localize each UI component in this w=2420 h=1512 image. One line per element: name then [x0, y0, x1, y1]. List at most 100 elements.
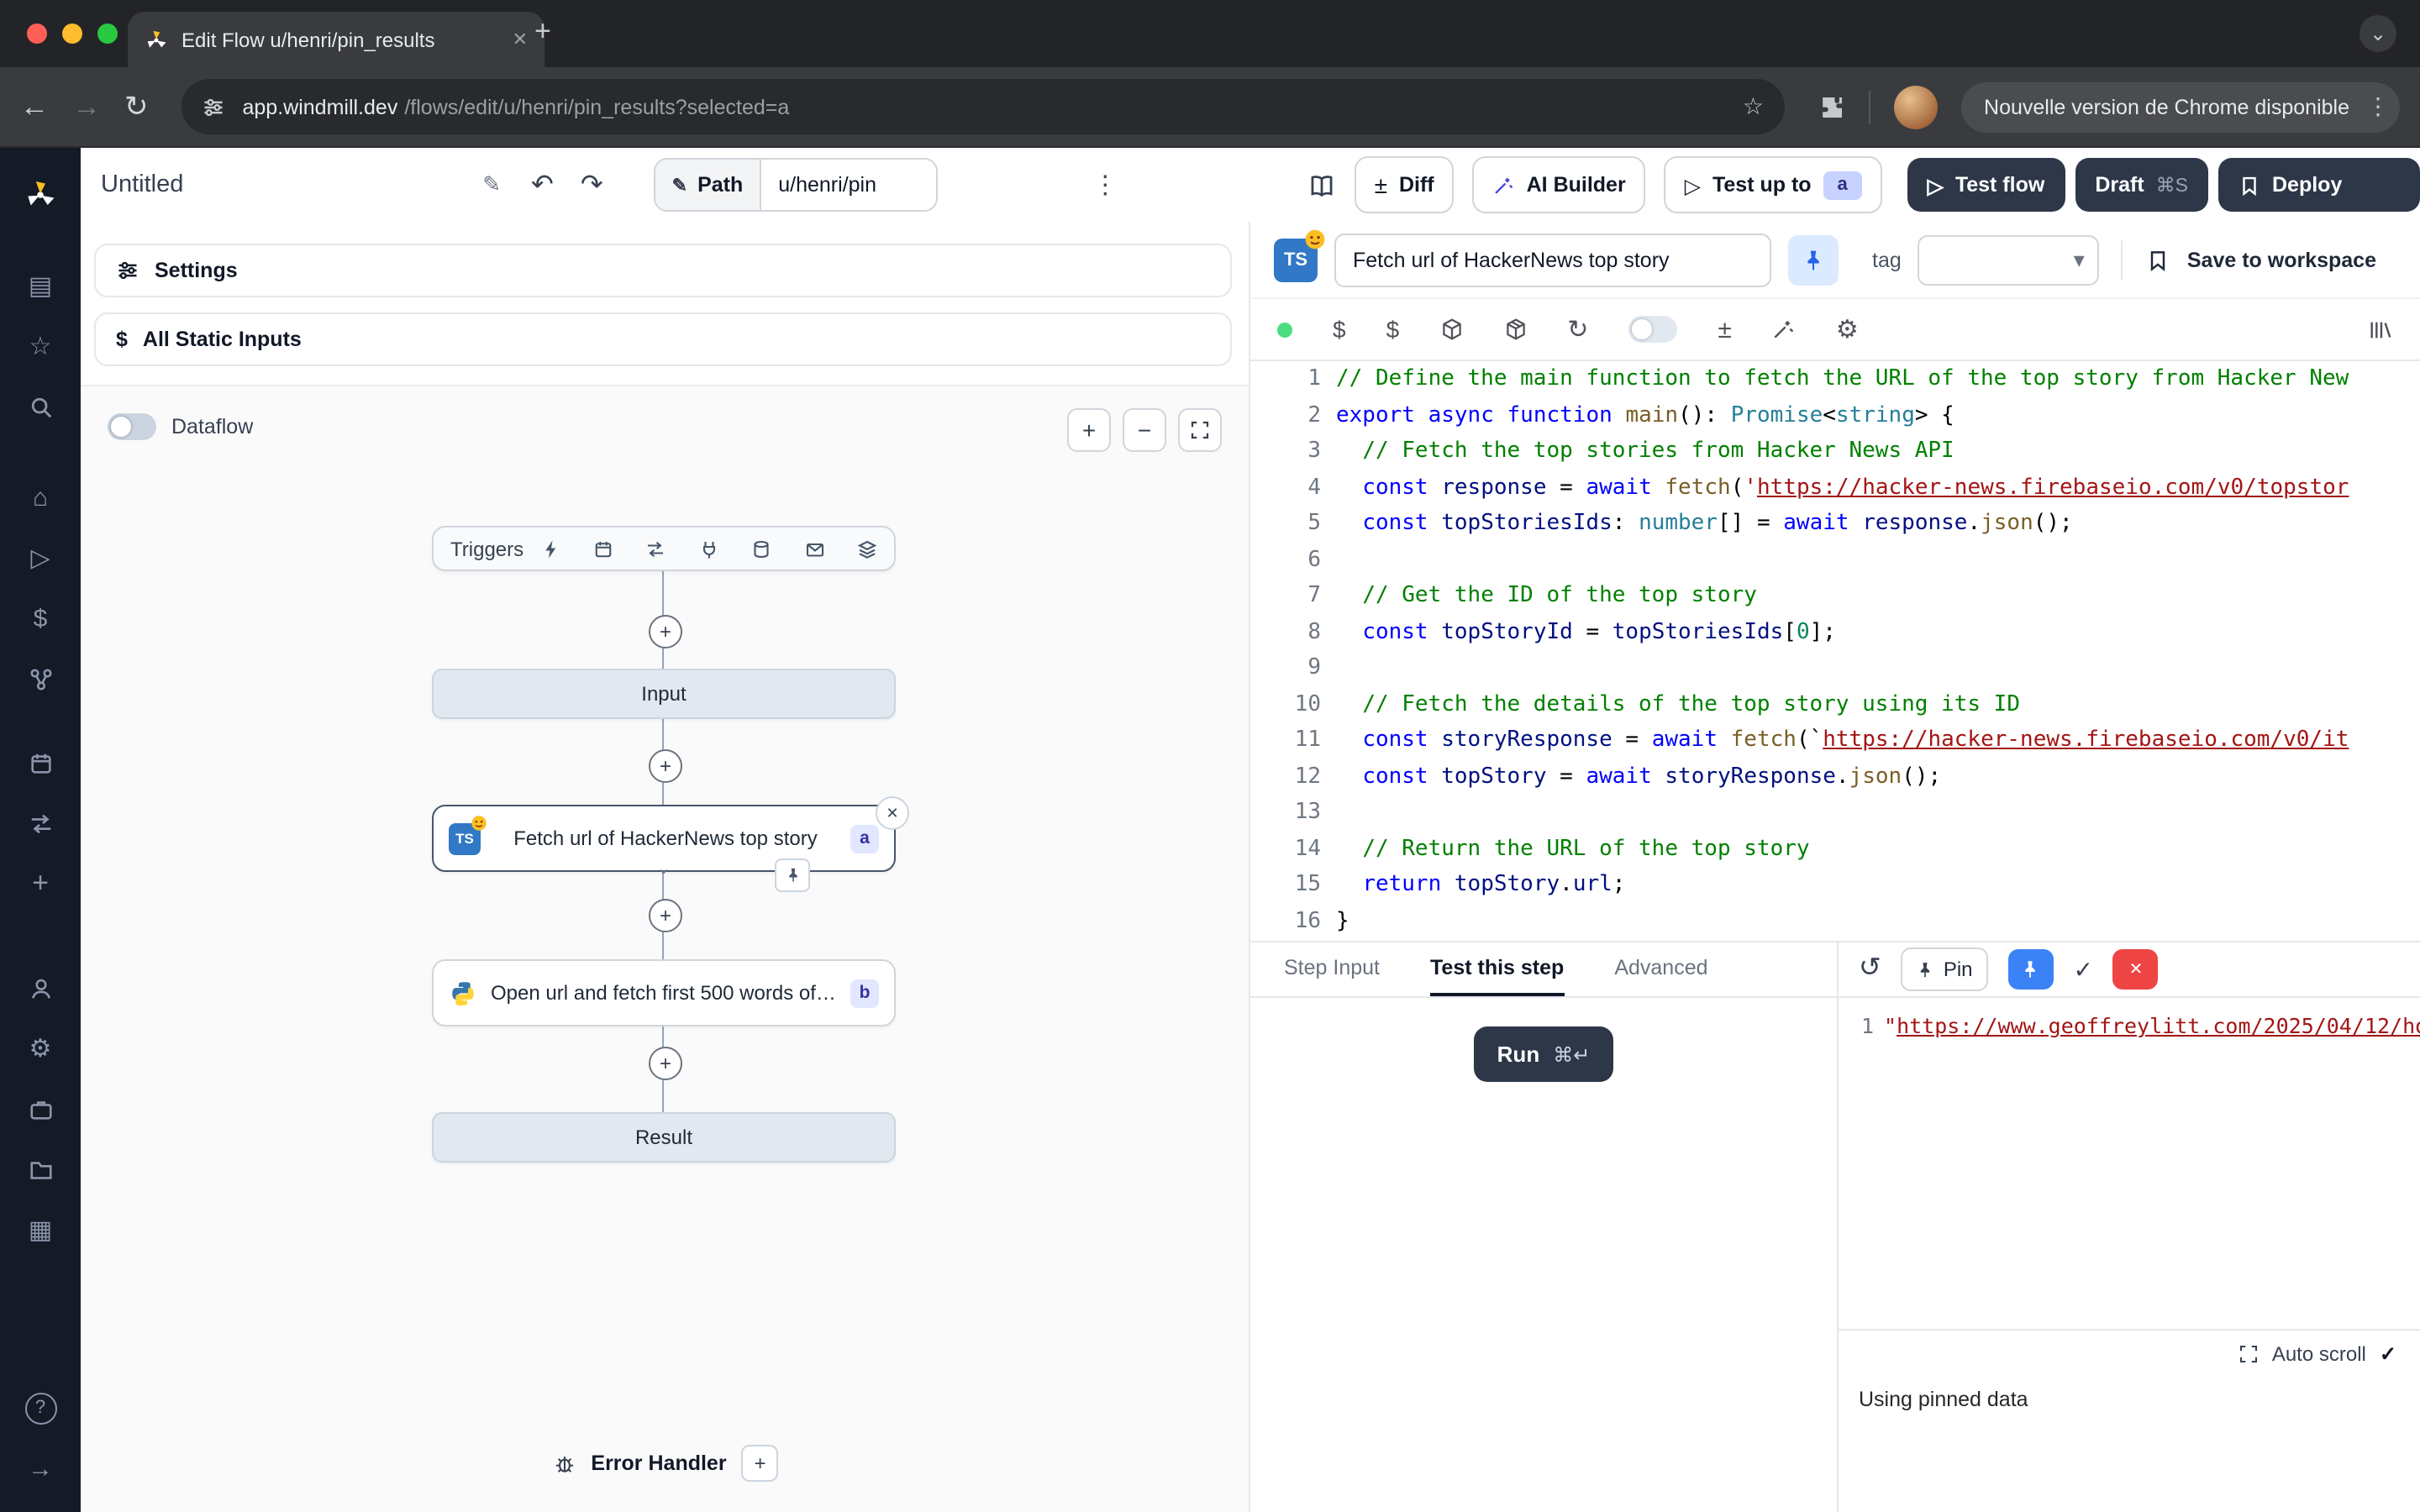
sidebar-item-variables[interactable]: $ [13, 595, 67, 642]
input-node[interactable]: Input [432, 669, 896, 719]
reload-button[interactable]: ↻ [124, 92, 149, 121]
sidebar-item-search[interactable] [13, 383, 67, 430]
reload-icon[interactable]: ↻ [1567, 317, 1588, 342]
extensions-icon[interactable] [1818, 93, 1844, 120]
pinned-result-editor[interactable]: 1 "https://www.geoffreylitt.com/2025/04/… [1839, 1008, 2420, 1045]
window-close-button[interactable] [27, 24, 47, 44]
tab-test-this-step[interactable]: Test this step [1430, 956, 1564, 996]
address-bar[interactable]: app.windmill.dev/flows/edit/u/henri/pin_… [182, 79, 1785, 134]
sidebar-item-collapse[interactable]: → [13, 1445, 67, 1492]
ai-builder-button[interactable]: AI Builder [1473, 156, 1646, 213]
zoom-out-button[interactable]: − [1123, 408, 1166, 452]
triggers-node[interactable]: Triggers [432, 526, 896, 571]
edit-title-pencil-icon[interactable]: ✎ [482, 171, 501, 198]
tag-select[interactable]: ▾ [1918, 234, 2100, 285]
path-control[interactable]: ✎ Path [654, 158, 939, 212]
gear-icon[interactable]: ⚙ [1836, 317, 1859, 342]
trigger-database-icon[interactable] [751, 538, 771, 559]
docs-book-icon[interactable] [1307, 171, 1336, 199]
flow-canvas[interactable]: Dataflow + − Triggers [81, 385, 1249, 1512]
sidebar-item-resources[interactable] [13, 655, 67, 702]
pin-toggle-button[interactable] [1788, 234, 1839, 285]
draft-button[interactable]: Draft ⌘S [2075, 158, 2208, 212]
trigger-schedule-icon[interactable] [593, 538, 613, 559]
resources-dollar-icon[interactable]: $ [1386, 318, 1400, 341]
sidebar-item-help[interactable]: ? [13, 1384, 67, 1431]
chrome-menu-kebab-icon[interactable]: ⋮ [2366, 92, 2390, 121]
editor-toggle[interactable] [1628, 316, 1677, 343]
diff-plus-minus-icon[interactable]: ± [1718, 317, 1731, 342]
add-step-button[interactable]: + [649, 615, 682, 648]
trigger-email-icon[interactable] [804, 538, 824, 559]
sidebar-item-routes[interactable] [13, 800, 67, 847]
sidebar-item-users[interactable] [13, 964, 67, 1011]
variables-dollar-icon[interactable]: $ [1333, 318, 1346, 341]
site-settings-icon[interactable] [203, 95, 226, 118]
zoom-in-button[interactable]: + [1067, 408, 1111, 452]
new-tab-button[interactable]: + [534, 17, 551, 45]
sidebar-item-schedules[interactable] [13, 739, 67, 786]
sidebar-item-logo[interactable] [13, 171, 67, 218]
add-error-handler-button[interactable]: + [742, 1445, 779, 1482]
step-pin-badge[interactable] [775, 858, 810, 892]
expand-icon[interactable] [2238, 1343, 2259, 1363]
window-zoom-button[interactable] [97, 24, 118, 44]
sidebar-item-settings[interactable]: ⚙ [13, 1025, 67, 1072]
run-button[interactable]: Run ⌘↵ [1474, 1026, 1614, 1082]
package-alt-icon[interactable] [1503, 318, 1527, 341]
trigger-websocket-icon[interactable] [699, 538, 719, 559]
diff-button[interactable]: ± Diff [1355, 156, 1455, 213]
window-minimize-button[interactable] [62, 24, 82, 44]
validate-check-icon[interactable]: ✓ [2074, 958, 2093, 981]
expand-step-chevron-icon[interactable]: ⌄ [657, 862, 671, 879]
ai-wand-icon[interactable] [1772, 318, 1796, 341]
code-content[interactable]: // Define the main function to fetch the… [1321, 361, 2420, 941]
deploy-button[interactable]: Deploy [2218, 158, 2420, 212]
dataflow-toggle[interactable] [108, 413, 156, 440]
static-inputs-button[interactable]: $ All Static Inputs [94, 312, 1232, 366]
test-flow-button[interactable]: ▷ Test flow [1907, 158, 2065, 212]
redo-button[interactable]: ↷ [581, 168, 603, 202]
sidebar-item-runs[interactable]: ▷ [13, 534, 67, 581]
trigger-webhook-icon[interactable] [540, 538, 560, 559]
sidebar-item-folders[interactable] [13, 1146, 67, 1193]
package-icon[interactable] [1439, 318, 1463, 341]
add-step-button[interactable]: + [649, 899, 682, 932]
save-to-workspace-button[interactable]: Save to workspace [2122, 239, 2396, 280]
delete-step-button[interactable]: ✕ [876, 796, 909, 830]
flow-step-a-node[interactable]: TS Fetch url of HackerNews top story a ✕… [432, 805, 896, 872]
more-options-kebab-icon[interactable]: ⋮ [1092, 170, 1118, 200]
test-up-to-button[interactable]: ▷ Test up to a [1665, 156, 1882, 213]
auto-scroll-check-icon[interactable]: ✓ [2380, 1341, 2396, 1365]
path-input[interactable] [761, 160, 936, 210]
sidebar-item-workers[interactable] [13, 1085, 67, 1132]
add-step-button[interactable]: + [649, 1047, 682, 1080]
tab-close-icon[interactable]: ✕ [513, 29, 528, 50]
pin-button[interactable]: Pin [1902, 948, 1988, 991]
clear-pin-button[interactable]: ✕ [2113, 949, 2159, 990]
back-button[interactable]: ← [20, 92, 49, 121]
forward-button[interactable]: → [72, 92, 101, 121]
pin-active-button[interactable] [2008, 949, 2054, 990]
add-step-button[interactable]: + [649, 749, 682, 783]
trigger-queue-icon[interactable] [857, 538, 877, 559]
profile-avatar[interactable] [1893, 85, 1937, 129]
tab-step-input[interactable]: Step Input [1284, 956, 1380, 996]
step-summary-input[interactable] [1334, 233, 1771, 286]
flow-settings-button[interactable]: Settings [94, 244, 1232, 297]
flow-step-b-node[interactable]: Open url and fetch first 500 words of ..… [432, 959, 896, 1026]
bookmark-star-icon[interactable]: ☆ [1743, 92, 1764, 121]
tab-advanced[interactable]: Advanced [1614, 956, 1707, 996]
error-handler-row[interactable]: Error Handler + [81, 1445, 1249, 1482]
trigger-http-icon[interactable] [646, 538, 666, 559]
fit-view-button[interactable] [1178, 408, 1222, 452]
tab-search-button[interactable]: ⌄ [2360, 15, 2396, 52]
undo-button[interactable]: ↶ [531, 168, 554, 202]
browser-tab[interactable]: Edit Flow u/henri/pin_results ✕ [128, 12, 544, 67]
sidebar-item-home[interactable]: ⌂ [13, 474, 67, 521]
library-icon[interactable] [2368, 317, 2393, 342]
history-icon[interactable]: ↺ [1859, 956, 1881, 983]
sidebar-item-favorites[interactable]: ☆ [13, 323, 67, 370]
code-editor[interactable]: 12345678910111213141516 // Define the ma… [1250, 361, 2420, 941]
sidebar-item-docs[interactable]: ▤ [13, 262, 67, 309]
